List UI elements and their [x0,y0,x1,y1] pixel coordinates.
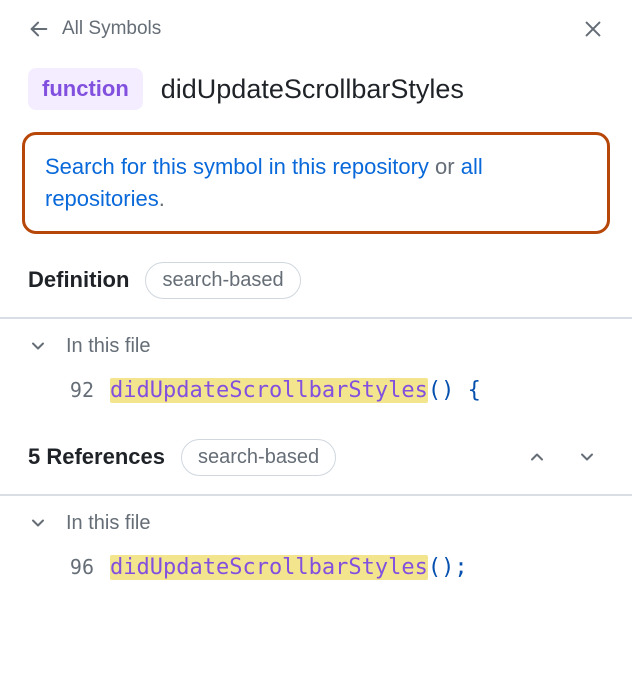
definition-file-label: In this file [66,335,150,358]
chevron-down-icon [28,513,48,533]
arrow-left-icon [28,18,50,40]
references-count: 5 [28,444,40,469]
references-section-header: 5 References search-based [0,425,632,494]
definition-code-line[interactable]: 92 didUpdateScrollbarStyles() { [0,368,632,425]
references-file-label: In this file [66,512,150,535]
code-symbol-name: didUpdateScrollbarStyles [110,378,428,403]
definition-badge[interactable]: search-based [145,262,300,299]
code-symbol-name: didUpdateScrollbarStyles [110,555,428,580]
references-prev-button[interactable] [520,440,554,474]
references-next-button[interactable] [570,440,604,474]
search-repo-link[interactable]: Search for this symbol in this repositor… [45,154,429,179]
definition-file-toggle[interactable]: In this file [0,319,632,368]
symbol-name: didUpdateScrollbarStyles [161,74,464,105]
close-icon[interactable] [582,18,604,40]
references-title-suffix: References [40,444,165,469]
back-to-all-symbols[interactable]: All Symbols [28,18,161,40]
line-number: 96 [60,555,94,579]
search-period: . [159,186,165,211]
symbol-heading: function didUpdateScrollbarStyles [0,48,632,128]
symbol-kind-badge: function [28,68,143,110]
search-or-text: or [429,154,461,179]
search-prompt: Search for this symbol in this repositor… [22,132,610,234]
code-content: didUpdateScrollbarStyles() { [110,378,481,403]
chevron-down-icon [28,336,48,356]
references-badge[interactable]: search-based [181,439,336,476]
panel-header: All Symbols [0,0,632,48]
code-suffix: (); [428,555,468,580]
reference-code-line[interactable]: 96 didUpdateScrollbarStyles(); [0,545,632,602]
references-file-toggle[interactable]: In this file [0,496,632,545]
definition-title: Definition [28,267,129,293]
code-content: didUpdateScrollbarStyles(); [110,555,468,580]
code-suffix: () { [428,378,481,403]
line-number: 92 [60,378,94,402]
back-label: All Symbols [62,18,161,40]
references-title: 5 References [28,444,165,470]
definition-section-header: Definition search-based [0,252,632,317]
symbol-panel: All Symbols function didUpdateScrollbarS… [0,0,632,602]
